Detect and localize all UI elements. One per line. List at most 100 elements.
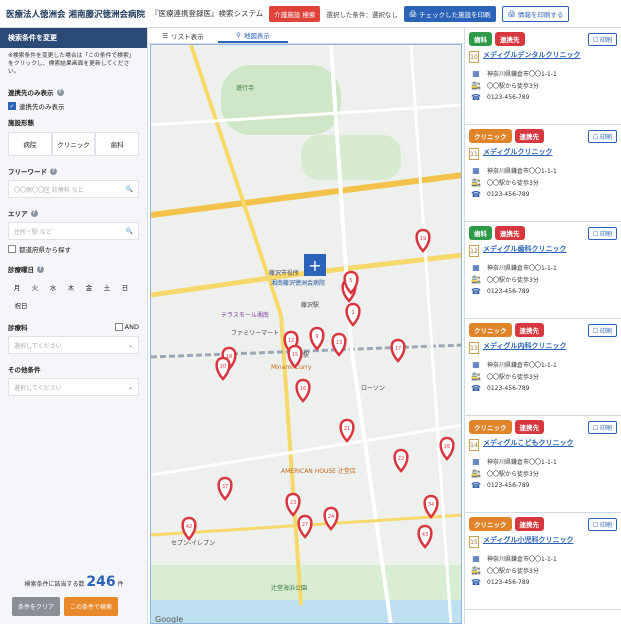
train-icon: 🚉 [471, 275, 481, 284]
pin-number: 19 [420, 236, 426, 242]
area-label: エリア ? [0, 208, 147, 218]
pin-number: 16 [300, 386, 306, 392]
facility-name-link[interactable]: メディグル歯科クリニック [483, 245, 567, 254]
clear-conditions-button[interactable]: 条件をクリア [12, 597, 61, 616]
facility-type-tag: クリニック [469, 517, 512, 531]
help-icon[interactable]: ? [56, 88, 64, 96]
facility-pin-icon[interactable]: 19 [415, 228, 431, 253]
facility-pin-icon[interactable]: 24 [323, 506, 339, 531]
map-label: テラスモール湘南 [221, 311, 269, 319]
area-input[interactable]: 住所・駅 など 🔍 [8, 222, 139, 241]
other-label: その他条件 [8, 366, 41, 375]
day-thu[interactable]: 木 [62, 278, 80, 296]
facility-name-link[interactable]: メディグル小児科クリニック [483, 536, 574, 545]
type-hospital-button[interactable]: 病院 [8, 132, 52, 157]
facility-pin-icon[interactable]: 22 [393, 448, 409, 473]
facility-pin-icon[interactable]: 21 [339, 418, 355, 443]
type-dental-button[interactable]: 歯科 [95, 132, 140, 157]
card-print-button[interactable]: ☐ 印刷 [587, 32, 617, 46]
card-name-row: 12 メディグル歯科クリニック [469, 245, 617, 257]
facility-pin-icon[interactable]: 43 [417, 524, 433, 549]
tab-list[interactable]: ☰ リスト表示 [148, 28, 218, 43]
facility-pin-icon[interactable]: 9 [309, 326, 325, 351]
card-print-button[interactable]: ☐ 印刷 [587, 420, 617, 434]
facility-card: クリニック 連携先 ☐ 印刷 14 メディグルこどもクリニック ▦ 神奈川県鎌倉… [465, 416, 621, 513]
facility-pin-icon[interactable]: 34 [423, 494, 439, 519]
checkbox-checked-icon[interactable]: ✓ [8, 102, 16, 111]
help-icon[interactable]: ? [50, 167, 57, 175]
day-sat[interactable]: 土 [98, 278, 116, 296]
card-number: 10 [469, 51, 479, 63]
pin-number: 24 [328, 514, 334, 520]
card-tel: ☎ 0123-456-789 [471, 578, 530, 587]
pin-number: 34 [428, 502, 434, 508]
type-clinic-button[interactable]: クリニック [51, 132, 96, 157]
facility-name-link[interactable]: メディグルデンタルクリニック [483, 51, 581, 60]
map-pin-icon: ⚲ [236, 30, 241, 39]
google-logo: Google [155, 615, 183, 624]
card-tags: クリニック 連携先 ☐ 印刷 [469, 517, 617, 531]
and-checkbox[interactable]: AND [114, 323, 139, 332]
pin-number: 13 [336, 340, 342, 346]
checkbox-icon[interactable] [8, 245, 16, 254]
map-label: 藤沢駅 [301, 301, 319, 309]
facility-pin-icon[interactable]: 42 [181, 516, 197, 541]
help-icon[interactable]: ? [37, 265, 44, 273]
day-wed[interactable]: 水 [44, 278, 62, 296]
pin-number: 9 [315, 334, 318, 340]
checkbox-icon[interactable] [114, 323, 123, 332]
card-name-row: 14 メディグルこどもクリニック [469, 439, 617, 451]
map-label: 遊行寺 [236, 84, 254, 92]
card-print-button[interactable]: ☐ 印刷 [587, 226, 617, 240]
facility-name-link[interactable]: メディグルクリニック [483, 148, 553, 157]
map-view[interactable]: 遊行寺 藤沢市役所 藤沢駅 湘南藤沢徳洲会病院 辻堂駅 Minami-Curry… [150, 44, 462, 624]
facility-pin-icon[interactable]: 37 [217, 476, 233, 501]
phone-icon: ☎ [471, 481, 481, 490]
day-tue[interactable]: 火 [26, 278, 44, 296]
print-checked-button[interactable]: 🖨 チェックした施設を印刷 [403, 5, 496, 22]
day-fri[interactable]: 金 [80, 278, 98, 296]
partner-only-checkbox[interactable]: ✓ 連携先のみ表示 [0, 101, 147, 111]
facility-pin-icon[interactable]: 26 [439, 436, 455, 461]
pin-number: 15 [292, 352, 298, 358]
result-count-number: 246 [86, 574, 116, 590]
facility-pin-icon[interactable]: 23 [285, 492, 301, 517]
search-icon[interactable]: 🔍 [126, 186, 133, 193]
card-print-button[interactable]: ☐ 印刷 [587, 517, 617, 531]
freeword-input[interactable]: 〇〇病〇〇区 診療科 など 🔍 [8, 180, 139, 199]
facility-pin-icon[interactable]: 17 [390, 338, 406, 363]
care-facility-search-button[interactable]: 介護施設 検索 [269, 5, 321, 22]
tab-map[interactable]: ⚲ 地図表示 [218, 28, 288, 43]
card-number: 15 [469, 536, 479, 548]
facility-pin-icon[interactable]: 20 [215, 356, 231, 381]
card-access: 🚉 〇〇駅から徒歩3分 [471, 81, 539, 90]
day-mon[interactable]: 月 [8, 278, 26, 296]
prefecture-checkbox[interactable]: 都道府県から探す [0, 244, 147, 254]
pin-number: 12 [288, 338, 294, 344]
facility-pin-icon[interactable]: 16 [295, 378, 311, 403]
facility-pin-icon[interactable]: 13 [331, 332, 347, 357]
print-info-button[interactable]: 🖨 情報を印刷する [501, 5, 570, 22]
map-label: Minami-Curry [271, 364, 312, 371]
facility-name-link[interactable]: メディグル内科クリニック [483, 342, 567, 351]
search-icon[interactable]: 🔍 [126, 228, 133, 235]
card-tel: ☎ 0123-456-789 [471, 287, 530, 296]
dept-select[interactable]: 選択してください ⌄ [8, 336, 139, 355]
search-with-conditions-button[interactable]: この条件で検索 [64, 597, 119, 616]
card-print-button[interactable]: ☐ 印刷 [587, 129, 617, 143]
card-access: 🚉 〇〇駅から徒歩3分 [471, 372, 539, 381]
other-select[interactable]: 選択してください ⌄ [8, 378, 139, 397]
building-icon: ▦ [472, 360, 480, 369]
dept-label: 診療科 [8, 324, 28, 333]
pin-number: 21 [344, 426, 350, 432]
facility-pin-icon[interactable]: 27 [297, 514, 313, 539]
facility-name-link[interactable]: メディグルこどもクリニック [483, 439, 574, 448]
help-icon[interactable]: ? [30, 209, 38, 217]
card-print-button[interactable]: ☐ 印刷 [587, 323, 617, 337]
card-tags: クリニック 連携先 ☐ 印刷 [469, 129, 617, 143]
day-sun[interactable]: 日 [116, 278, 134, 296]
type-label: 施設形態 [8, 119, 34, 128]
day-holiday[interactable]: 祝日 [8, 296, 34, 314]
partner-tag: 連携先 [495, 226, 525, 240]
facility-card: 歯科 連携先 ☐ 印刷 10 メディグルデンタルクリニック ▦ 神奈川県鎌倉市〇… [465, 28, 621, 125]
